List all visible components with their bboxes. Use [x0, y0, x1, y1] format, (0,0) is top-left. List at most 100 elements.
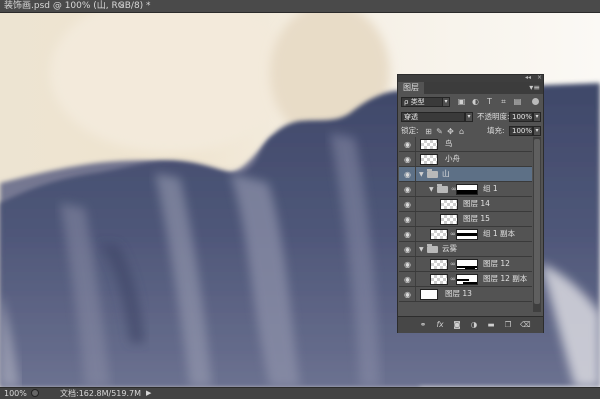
document-tab[interactable]: 装饰画.psd @ 100% (山, RGB/8) * × — [0, 0, 600, 13]
layer-row-layer-13[interactable]: ◉ 图层 13 — [399, 287, 532, 302]
visibility-eye-icon[interactable]: ◉ — [403, 275, 412, 284]
panel-menu-icon[interactable]: ▾≡ — [529, 82, 540, 94]
visibility-eye-icon[interactable]: ◉ — [403, 230, 412, 239]
layer-row-group-1[interactable]: ◉ ▼ ∞ 组 1 — [399, 182, 532, 197]
fill-label: 填充: — [487, 126, 505, 135]
layer-name: 组 1 副本 — [483, 229, 516, 238]
lock-all-icon[interactable]: ⌂ — [457, 127, 466, 136]
layer-thumbnail — [440, 199, 458, 210]
row-divider — [415, 257, 416, 271]
layer-row-mist-group[interactable]: ◉ ▼ 云雾 — [399, 242, 532, 257]
layer-row-mountain-group[interactable]: ◉ ▼ 山 — [399, 167, 532, 182]
folder-icon — [427, 244, 438, 253]
row-divider — [415, 197, 416, 211]
status-menu-arrow-icon[interactable]: ▶ — [146, 388, 151, 399]
mask-link-icon[interactable]: ∞ — [451, 185, 457, 194]
visibility-eye-icon[interactable]: ◉ — [403, 170, 412, 179]
collapse-panel-icon[interactable]: ◂◂ — [525, 74, 531, 81]
new-group-icon[interactable]: ▬ — [486, 320, 496, 329]
close-document-icon[interactable]: × — [118, 0, 126, 13]
visibility-eye-icon[interactable]: ◉ — [403, 200, 412, 209]
lock-label: 锁定: — [401, 126, 419, 135]
layer-name: 鸟 — [445, 139, 453, 148]
layer-name: 云雾 — [442, 244, 457, 253]
row-divider — [415, 272, 416, 286]
layer-thumbnail — [430, 229, 448, 240]
document-size-info: 文档:162.8M/519.7M — [60, 389, 141, 398]
lock-pixels-icon[interactable]: ✎ — [435, 127, 444, 136]
layer-name: 组 1 — [483, 184, 498, 193]
layer-mask-thumbnail[interactable] — [456, 259, 478, 270]
blend-mode-select[interactable]: 穿透 — [401, 112, 465, 122]
close-panel-icon[interactable]: × — [537, 74, 542, 81]
add-mask-icon[interactable]: ◙ — [452, 320, 462, 329]
visibility-eye-icon[interactable]: ◉ — [403, 260, 412, 269]
row-divider — [415, 287, 416, 301]
filter-kind-dropdown-icon[interactable]: ▾ — [442, 97, 450, 107]
filter-type-icon[interactable]: T — [485, 97, 494, 106]
layer-name: 图层 15 — [463, 214, 490, 223]
visibility-eye-icon[interactable]: ◉ — [403, 185, 412, 194]
trash-icon[interactable]: ⌫ — [520, 320, 531, 329]
row-divider — [415, 152, 416, 166]
filter-row: ρ 类型 ▾ ▣ ◐ T ⌗ ▤ — [398, 97, 543, 108]
scrollbar-thumb[interactable] — [534, 139, 540, 304]
visibility-eye-icon[interactable]: ◉ — [403, 215, 412, 224]
layer-mask-thumbnail[interactable] — [456, 184, 478, 195]
filter-toggle-icon[interactable] — [532, 98, 539, 105]
panel-title-strip[interactable]: ◂◂ × — [398, 74, 543, 82]
status-bar: 100% 文档:162.8M/519.7M ▶ — [0, 387, 600, 399]
filter-pixel-icon[interactable]: ▣ — [457, 97, 466, 106]
filter-smart-object-icon[interactable]: ▤ — [513, 97, 522, 106]
expand-triangle-icon[interactable]: ▼ — [419, 170, 425, 179]
status-icon[interactable] — [31, 389, 39, 397]
mask-link-icon[interactable]: ∞ — [450, 230, 456, 239]
layer-name: 图层 14 — [463, 199, 490, 208]
layer-row-layer-12-copy[interactable]: ◉ ∞ 图层 12 副本 — [399, 272, 532, 287]
folder-icon — [437, 184, 448, 193]
layer-thumbnail — [430, 259, 448, 270]
layer-row-bird[interactable]: ◉ 鸟 — [399, 137, 532, 152]
filter-shape-icon[interactable]: ⌗ — [499, 97, 508, 106]
visibility-eye-icon[interactable]: ◉ — [403, 290, 412, 299]
layer-mask-thumbnail[interactable] — [456, 229, 478, 240]
layer-thumbnail — [420, 154, 438, 165]
tab-layers[interactable]: 图层 — [398, 82, 424, 94]
layer-row-group-1-copy[interactable]: ◉ ∞ 组 1 副本 — [399, 227, 532, 242]
layer-name: 图层 12 — [483, 259, 510, 268]
layer-row-layer-15[interactable]: ◉ 图层 15 — [399, 212, 532, 227]
mask-link-icon[interactable]: ∞ — [450, 260, 456, 269]
lock-transparent-icon[interactable]: ⊞ — [424, 127, 433, 136]
lock-row: 锁定: ⊞ ✎ ✥ ⌂ 填充: 100% ▾ — [398, 126, 543, 137]
link-icon[interactable]: ⚭ — [418, 320, 428, 329]
fx-icon[interactable]: fx — [435, 320, 445, 329]
zoom-level[interactable]: 100% — [4, 388, 27, 399]
adjustment-icon[interactable]: ◑ — [469, 320, 479, 329]
opacity-input[interactable]: 100% — [509, 112, 533, 122]
layer-row-layer-12[interactable]: ◉ ∞ 图层 12 — [399, 257, 532, 272]
search-icon: ρ — [404, 98, 409, 106]
mask-link-icon[interactable]: ∞ — [450, 275, 456, 284]
filter-kind-select[interactable]: ρ 类型 — [401, 97, 443, 107]
row-divider — [415, 167, 416, 181]
layer-row-layer-14[interactable]: ◉ 图层 14 — [399, 197, 532, 212]
layer-row-boat[interactable]: ◉ 小舟 — [399, 152, 532, 167]
visibility-eye-icon[interactable]: ◉ — [403, 155, 412, 164]
expand-triangle-icon[interactable]: ▼ — [429, 185, 435, 194]
visibility-eye-icon[interactable]: ◉ — [403, 140, 412, 149]
blend-mode-dropdown-icon[interactable]: ▾ — [465, 112, 473, 122]
panel-tab-bar: 图层 ▾≡ — [398, 82, 543, 94]
layers-scrollbar[interactable] — [533, 137, 541, 312]
panel-footer: ⚭ fx ◙ ◑ ▬ ❐ ⌫ — [398, 316, 543, 333]
new-layer-icon[interactable]: ❐ — [503, 320, 513, 329]
layer-mask-thumbnail[interactable] — [456, 274, 478, 285]
fill-dropdown-icon[interactable]: ▾ — [533, 126, 541, 136]
expand-triangle-icon[interactable]: ▼ — [419, 245, 425, 254]
row-divider — [415, 227, 416, 241]
filter-adjustment-icon[interactable]: ◐ — [471, 97, 480, 106]
lock-position-icon[interactable]: ✥ — [446, 127, 455, 136]
visibility-eye-icon[interactable]: ◉ — [403, 245, 412, 254]
row-divider — [415, 182, 416, 196]
fill-input[interactable]: 100% — [509, 126, 533, 136]
opacity-dropdown-icon[interactable]: ▾ — [533, 112, 541, 122]
